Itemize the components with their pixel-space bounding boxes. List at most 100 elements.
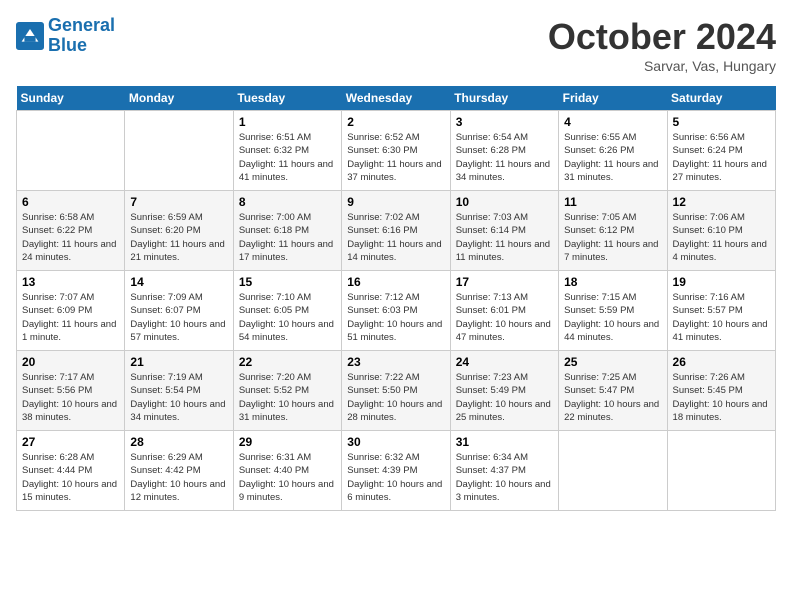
day-number: 20 [22,355,119,369]
day-info: Sunrise: 6:34 AM Sunset: 4:37 PM Dayligh… [456,451,553,504]
day-number: 26 [673,355,770,369]
calendar-week-row: 1Sunrise: 6:51 AM Sunset: 6:32 PM Daylig… [17,111,776,191]
calendar-week-row: 27Sunrise: 6:28 AM Sunset: 4:44 PM Dayli… [17,431,776,511]
day-info: Sunrise: 7:19 AM Sunset: 5:54 PM Dayligh… [130,371,227,424]
day-info: Sunrise: 7:12 AM Sunset: 6:03 PM Dayligh… [347,291,444,344]
day-info: Sunrise: 6:55 AM Sunset: 6:26 PM Dayligh… [564,131,661,184]
day-info: Sunrise: 7:00 AM Sunset: 6:18 PM Dayligh… [239,211,336,264]
calendar-cell: 3 Sunrise: 6:54 AM Sunset: 6:28 PM Daylig… [450,111,558,191]
day-number: 21 [130,355,227,369]
weekday-header-thursday: Thursday [450,86,558,111]
day-info: Sunrise: 7:10 AM Sunset: 6:05 PM Dayligh… [239,291,336,344]
day-info: Sunrise: 7:05 AM Sunset: 6:12 PM Dayligh… [564,211,661,264]
day-number: 10 [456,195,553,209]
weekday-header-saturday: Saturday [667,86,775,111]
calendar-cell [125,111,233,191]
page-header: General Blue October 2024 Sarvar, Vas, H… [16,16,776,74]
day-number: 4 [564,115,661,129]
calendar-cell: 18 Sunrise: 7:15 AM Sunset: 5:59 PM Dayli… [559,271,667,351]
calendar-cell: 31 Sunrise: 6:34 AM Sunset: 4:37 PM Dayli… [450,431,558,511]
weekday-header-friday: Friday [559,86,667,111]
day-info: Sunrise: 7:22 AM Sunset: 5:50 PM Dayligh… [347,371,444,424]
calendar-cell: 1Sunrise: 6:51 AM Sunset: 6:32 PM Daylig… [233,111,341,191]
calendar-cell: 10 Sunrise: 7:03 AM Sunset: 6:14 PM Dayli… [450,191,558,271]
calendar-week-row: 20 Sunrise: 7:17 AM Sunset: 5:56 PM Dayli… [17,351,776,431]
calendar-cell: 14Sunrise: 7:09 AM Sunset: 6:07 PM Dayli… [125,271,233,351]
calendar-cell: 12 Sunrise: 7:06 AM Sunset: 6:10 PM Dayli… [667,191,775,271]
calendar-cell: 20 Sunrise: 7:17 AM Sunset: 5:56 PM Dayli… [17,351,125,431]
day-number: 19 [673,275,770,289]
day-info: Sunrise: 6:58 AM Sunset: 6:22 PM Dayligh… [22,211,119,264]
calendar-cell: 27Sunrise: 6:28 AM Sunset: 4:44 PM Dayli… [17,431,125,511]
calendar-cell: 17 Sunrise: 7:13 AM Sunset: 6:01 PM Dayli… [450,271,558,351]
calendar-cell: 7 Sunrise: 6:59 AM Sunset: 6:20 PM Daylig… [125,191,233,271]
day-info: Sunrise: 6:54 AM Sunset: 6:28 PM Dayligh… [456,131,553,184]
weekday-header-tuesday: Tuesday [233,86,341,111]
day-info: Sunrise: 7:23 AM Sunset: 5:49 PM Dayligh… [456,371,553,424]
day-number: 25 [564,355,661,369]
day-info: Sunrise: 6:32 AM Sunset: 4:39 PM Dayligh… [347,451,444,504]
day-number: 31 [456,435,553,449]
weekday-header-wednesday: Wednesday [342,86,450,111]
calendar-cell: 6Sunrise: 6:58 AM Sunset: 6:22 PM Daylig… [17,191,125,271]
day-info: Sunrise: 6:52 AM Sunset: 6:30 PM Dayligh… [347,131,444,184]
day-number: 8 [239,195,336,209]
day-info: Sunrise: 7:06 AM Sunset: 6:10 PM Dayligh… [673,211,770,264]
location-subtitle: Sarvar, Vas, Hungary [548,58,776,74]
day-number: 7 [130,195,227,209]
day-number: 15 [239,275,336,289]
title-block: October 2024 Sarvar, Vas, Hungary [548,16,776,74]
calendar-cell: 13 Sunrise: 7:07 AM Sunset: 6:09 PM Dayli… [17,271,125,351]
day-number: 22 [239,355,336,369]
day-info: Sunrise: 7:09 AM Sunset: 6:07 PM Dayligh… [130,291,227,344]
day-info: Sunrise: 6:31 AM Sunset: 4:40 PM Dayligh… [239,451,336,504]
day-number: 2 [347,115,444,129]
day-number: 13 [22,275,119,289]
calendar-cell: 2 Sunrise: 6:52 AM Sunset: 6:30 PM Daylig… [342,111,450,191]
calendar-cell: 22Sunrise: 7:20 AM Sunset: 5:52 PM Dayli… [233,351,341,431]
calendar-cell: 11 Sunrise: 7:05 AM Sunset: 6:12 PM Dayli… [559,191,667,271]
day-info: Sunrise: 7:15 AM Sunset: 5:59 PM Dayligh… [564,291,661,344]
day-number: 28 [130,435,227,449]
day-number: 5 [673,115,770,129]
calendar-cell: 30 Sunrise: 6:32 AM Sunset: 4:39 PM Dayli… [342,431,450,511]
calendar-week-row: 6Sunrise: 6:58 AM Sunset: 6:22 PM Daylig… [17,191,776,271]
logo-line1: General [48,15,115,35]
calendar-table: SundayMondayTuesdayWednesdayThursdayFrid… [16,86,776,511]
calendar-cell [559,431,667,511]
calendar-cell: 26Sunrise: 7:26 AM Sunset: 5:45 PM Dayli… [667,351,775,431]
calendar-cell: 25 Sunrise: 7:25 AM Sunset: 5:47 PM Dayli… [559,351,667,431]
day-info: Sunrise: 7:13 AM Sunset: 6:01 PM Dayligh… [456,291,553,344]
calendar-cell: 15 Sunrise: 7:10 AM Sunset: 6:05 PM Dayli… [233,271,341,351]
logo-line2: Blue [48,35,87,55]
day-number: 9 [347,195,444,209]
day-info: Sunrise: 7:25 AM Sunset: 5:47 PM Dayligh… [564,371,661,424]
day-info: Sunrise: 7:02 AM Sunset: 6:16 PM Dayligh… [347,211,444,264]
calendar-cell: 16Sunrise: 7:12 AM Sunset: 6:03 PM Dayli… [342,271,450,351]
weekday-header-sunday: Sunday [17,86,125,111]
day-info: Sunrise: 6:59 AM Sunset: 6:20 PM Dayligh… [130,211,227,264]
day-number: 18 [564,275,661,289]
calendar-week-row: 13 Sunrise: 7:07 AM Sunset: 6:09 PM Dayli… [17,271,776,351]
day-number: 17 [456,275,553,289]
day-number: 12 [673,195,770,209]
day-info: Sunrise: 7:07 AM Sunset: 6:09 PM Dayligh… [22,291,119,344]
day-info: Sunrise: 6:51 AM Sunset: 6:32 PM Dayligh… [239,131,336,184]
calendar-cell [667,431,775,511]
calendar-cell: 9 Sunrise: 7:02 AM Sunset: 6:16 PM Daylig… [342,191,450,271]
day-info: Sunrise: 6:29 AM Sunset: 4:42 PM Dayligh… [130,451,227,504]
day-number: 3 [456,115,553,129]
day-info: Sunrise: 7:17 AM Sunset: 5:56 PM Dayligh… [22,371,119,424]
day-number: 11 [564,195,661,209]
logo-icon [16,22,44,50]
day-info: Sunrise: 7:03 AM Sunset: 6:14 PM Dayligh… [456,211,553,264]
calendar-cell: 24Sunrise: 7:23 AM Sunset: 5:49 PM Dayli… [450,351,558,431]
calendar-cell [17,111,125,191]
calendar-cell: 29Sunrise: 6:31 AM Sunset: 4:40 PM Dayli… [233,431,341,511]
day-number: 30 [347,435,444,449]
logo-text: General Blue [48,16,115,56]
day-info: Sunrise: 7:16 AM Sunset: 5:57 PM Dayligh… [673,291,770,344]
day-info: Sunrise: 6:56 AM Sunset: 6:24 PM Dayligh… [673,131,770,184]
calendar-cell: 23Sunrise: 7:22 AM Sunset: 5:50 PM Dayli… [342,351,450,431]
month-title: October 2024 [548,16,776,58]
